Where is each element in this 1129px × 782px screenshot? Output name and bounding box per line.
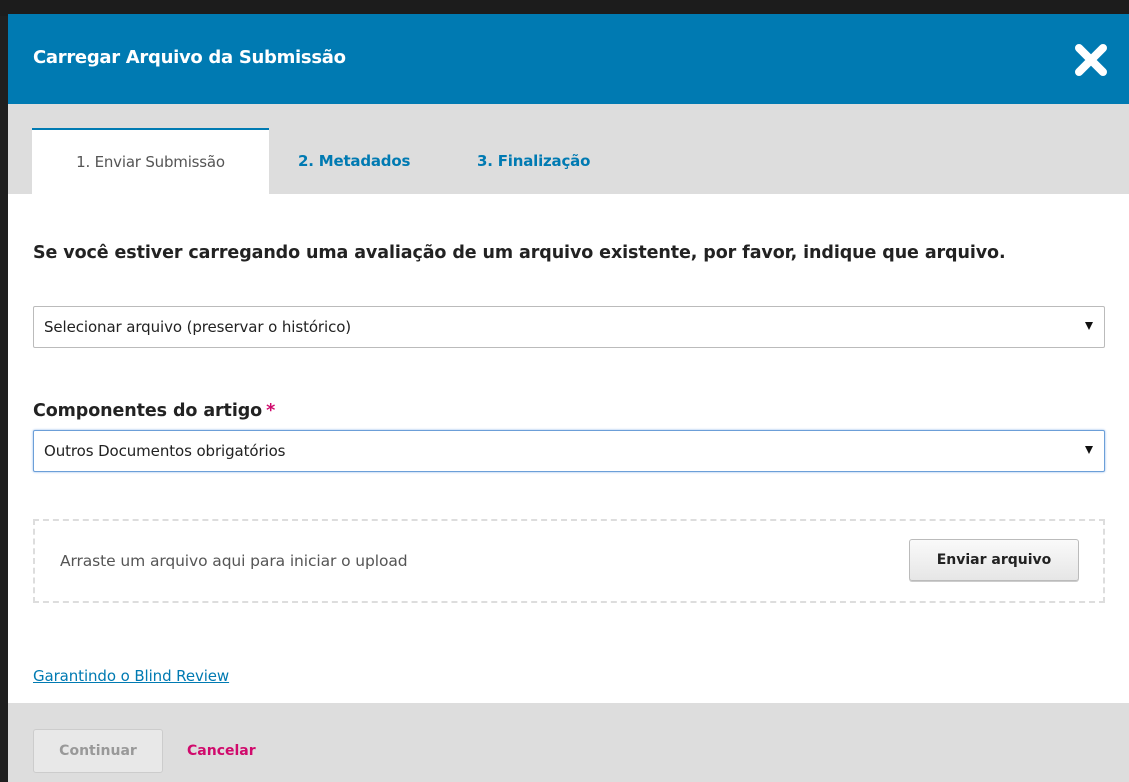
file-dropzone[interactable]: Arraste um arquivo aqui para iniciar o u… [33, 519, 1105, 603]
blind-review-link[interactable]: Garantindo o Blind Review [33, 667, 229, 685]
required-marker: * [266, 401, 276, 421]
cancel-link[interactable]: Cancelar [187, 729, 256, 773]
modal-header: Carregar Arquivo da Submissão [8, 14, 1129, 104]
continue-button[interactable]: Continuar [33, 729, 163, 773]
revision-select-value: Selecionar arquivo (preservar o históric… [44, 318, 352, 336]
wizard-tabs: 1. Enviar Submissão 2. Metadados 3. Fina… [8, 104, 1129, 194]
revision-label: Se você estiver carregando uma avaliação… [33, 243, 1006, 263]
tab-finalizacao[interactable]: 3. Finalização [477, 128, 590, 194]
close-button[interactable] [1071, 40, 1111, 80]
upload-submission-modal: Carregar Arquivo da Submissão 1. Enviar … [8, 14, 1129, 782]
modal-title: Carregar Arquivo da Submissão [33, 47, 346, 68]
component-select-value: Outros Documentos obrigatórios [44, 442, 286, 460]
modal-footer: Continuar Cancelar [8, 703, 1129, 782]
article-component-select[interactable]: Outros Documentos obrigatórios [33, 430, 1105, 472]
upload-file-button[interactable]: Enviar arquivo [909, 539, 1079, 581]
tab-metadados[interactable]: 2. Metadados [298, 128, 410, 194]
tab-enviar-submissao[interactable]: 1. Enviar Submissão [32, 128, 269, 194]
revision-file-select[interactable]: Selecionar arquivo (preservar o históric… [33, 306, 1105, 348]
dropdown-arrow-icon [1085, 322, 1093, 330]
dropzone-text: Arraste um arquivo aqui para iniciar o u… [60, 552, 408, 570]
components-label: Componentes do artigo * [33, 401, 275, 421]
dropdown-arrow-icon [1085, 446, 1093, 454]
components-label-text: Componentes do artigo [33, 401, 263, 421]
close-icon [1075, 44, 1107, 76]
